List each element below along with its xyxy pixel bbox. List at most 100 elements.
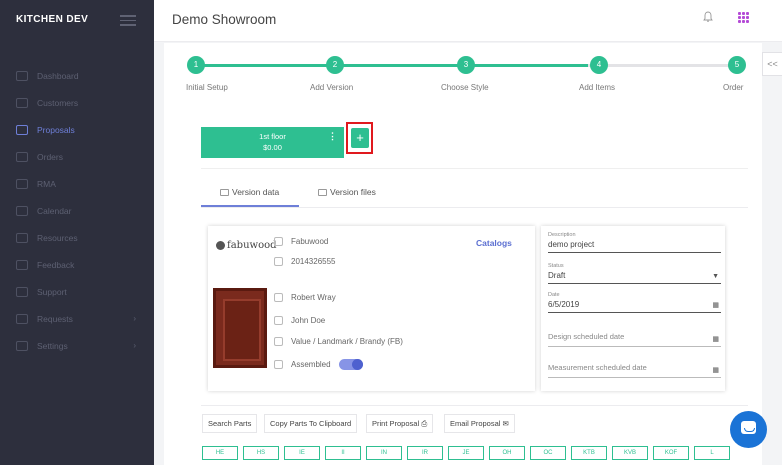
sidebar-item-proposals[interactable]: Proposals [0, 116, 154, 143]
chevron-right-icon: › [133, 314, 136, 323]
parts-filter-button[interactable]: IR [407, 446, 443, 460]
parts-filter-button[interactable]: KVB [612, 446, 648, 460]
sidebar: KITCHEN DEV Dashboard Customers Proposal… [0, 0, 154, 465]
brand-logo: fabuwood [216, 240, 277, 251]
bell-icon[interactable] [703, 11, 713, 23]
email-proposal-button[interactable]: Email Proposal ✉ [444, 414, 515, 433]
customers-icon [16, 97, 28, 108]
parts-filter-button[interactable]: II [325, 446, 361, 460]
sidebar-item-label: Resources [37, 232, 78, 243]
step-1-label: Initial Setup [186, 83, 228, 92]
sidebar-item-requests[interactable]: Requests › [0, 305, 154, 332]
field-label: Date [548, 292, 560, 298]
measurement-date-field[interactable]: Measurement scheduled date ▦ [548, 363, 721, 378]
calendar-icon[interactable]: ▦ [712, 366, 719, 374]
top-bar: Demo Showroom [154, 0, 782, 42]
parts-filter-button[interactable]: HS [243, 446, 279, 460]
sidebar-item-support[interactable]: Support [0, 278, 154, 305]
proposals-icon [16, 124, 28, 135]
customer-icon [274, 316, 283, 325]
parts-filter-button[interactable]: IN [366, 446, 402, 460]
parts-filter-button[interactable]: JE [448, 446, 484, 460]
customer-row: John Doe [274, 316, 325, 325]
menu-toggle-icon[interactable] [120, 15, 136, 29]
description-field[interactable]: Description demo project [548, 232, 721, 253]
tab-label: Version data [232, 187, 280, 197]
parts-filter-button[interactable]: OC [530, 446, 566, 460]
sidebar-nav: Dashboard Customers Proposals Orders RMA… [0, 62, 154, 359]
sidebar-item-dashboard[interactable]: Dashboard [0, 62, 154, 89]
dropdown-caret-icon: ▼ [712, 273, 719, 280]
date-field[interactable]: Date 6/5/2019 ▦ [548, 292, 721, 313]
step-5-dot[interactable]: 5 [728, 56, 746, 74]
home-icon [274, 237, 283, 246]
design-date-field[interactable]: Design scheduled date ▦ [548, 332, 721, 347]
sidebar-item-label: Orders [37, 151, 63, 162]
parts-filter-button[interactable]: HE [202, 446, 238, 460]
version-data-icon [220, 188, 229, 196]
dashboard-icon [16, 70, 28, 81]
apps-grid-icon[interactable] [738, 12, 749, 23]
sidebar-item-settings[interactable]: Settings › [0, 332, 154, 359]
tab-version-files[interactable]: Version files [318, 187, 376, 197]
sidebar-item-label: Settings [37, 340, 68, 351]
kebab-menu-icon[interactable]: ⋮ [328, 131, 337, 142]
printer-icon: ⎙ [421, 419, 428, 428]
stepper-remaining-line [588, 64, 738, 67]
sidebar-item-orders[interactable]: Orders [0, 143, 154, 170]
step-3-dot[interactable]: 3 [457, 56, 475, 74]
chat-widget-button[interactable] [730, 411, 767, 448]
parts-filter-button[interactable]: KTB [571, 446, 607, 460]
field-label: Status [548, 263, 564, 269]
version-info-card: fabuwood Fabuwood 2014326555 Catalogs Ro… [208, 226, 535, 391]
step-2-dot[interactable]: 2 [326, 56, 344, 74]
file-icon [318, 188, 327, 196]
step-3-label: Choose Style [441, 83, 489, 92]
parts-filter-button[interactable]: OH [489, 446, 525, 460]
step-4-dot[interactable]: 4 [590, 56, 608, 74]
sidebar-item-label: Dashboard [37, 70, 79, 81]
search-parts-button[interactable]: Search Parts [202, 414, 258, 433]
sidebar-item-resources[interactable]: Resources [0, 224, 154, 251]
sidebar-item-label: RMA [37, 178, 56, 189]
assembled-toggle[interactable] [338, 359, 363, 370]
floor-price: $0.00 [263, 143, 282, 152]
parts-filter-button[interactable]: IE [284, 446, 320, 460]
design-date-placeholder: Design scheduled date [548, 332, 625, 341]
status-select[interactable]: Status Draft ▼ [548, 263, 721, 284]
add-floor-highlight: + [346, 122, 373, 154]
collapse-panel-button[interactable]: << [762, 52, 782, 76]
tab-version-data[interactable]: Version data [220, 187, 279, 197]
print-proposal-button[interactable]: Print Proposal ⎙ [366, 414, 434, 433]
step-1-dot[interactable]: 1 [187, 56, 205, 74]
sidebar-item-label: Support [37, 286, 67, 297]
resources-icon [16, 232, 28, 243]
description-value: demo project [548, 240, 595, 249]
status-value: Draft [548, 271, 566, 280]
sales-rep-row: Robert Wray [274, 293, 336, 302]
email-icon: ✉ [502, 419, 509, 428]
sidebar-item-calendar[interactable]: Calendar [0, 197, 154, 224]
calendar-icon[interactable]: ▦ [712, 335, 719, 343]
sidebar-item-rma[interactable]: RMA [0, 170, 154, 197]
phone-row: 2014326555 [274, 257, 336, 266]
divider [201, 207, 748, 208]
divider [201, 405, 748, 406]
catalogs-link[interactable]: Catalogs [476, 238, 512, 248]
sidebar-item-label: Feedback [37, 259, 75, 270]
add-floor-button[interactable]: + [351, 128, 369, 148]
stepper: 1 2 3 4 5 Initial Setup Add Version Choo… [164, 43, 762, 103]
sidebar-item-customers[interactable]: Customers [0, 89, 154, 116]
brand-logo: KITCHEN DEV [16, 14, 89, 25]
parts-filter-button[interactable]: KOF [653, 446, 689, 460]
parts-filter-button[interactable]: L [694, 446, 730, 460]
copy-parts-button[interactable]: Copy Parts To Clipboard [264, 414, 358, 433]
calendar-icon[interactable]: ▦ [712, 301, 719, 309]
sidebar-item-feedback[interactable]: Feedback [0, 251, 154, 278]
measurement-date-placeholder: Measurement scheduled date [548, 363, 647, 372]
support-icon [16, 286, 28, 297]
divider [201, 168, 748, 169]
floor-tab[interactable]: 1st floor $0.00 ⋮ [201, 127, 344, 158]
sidebar-item-label: Calendar [37, 205, 72, 216]
orders-icon [16, 151, 28, 162]
